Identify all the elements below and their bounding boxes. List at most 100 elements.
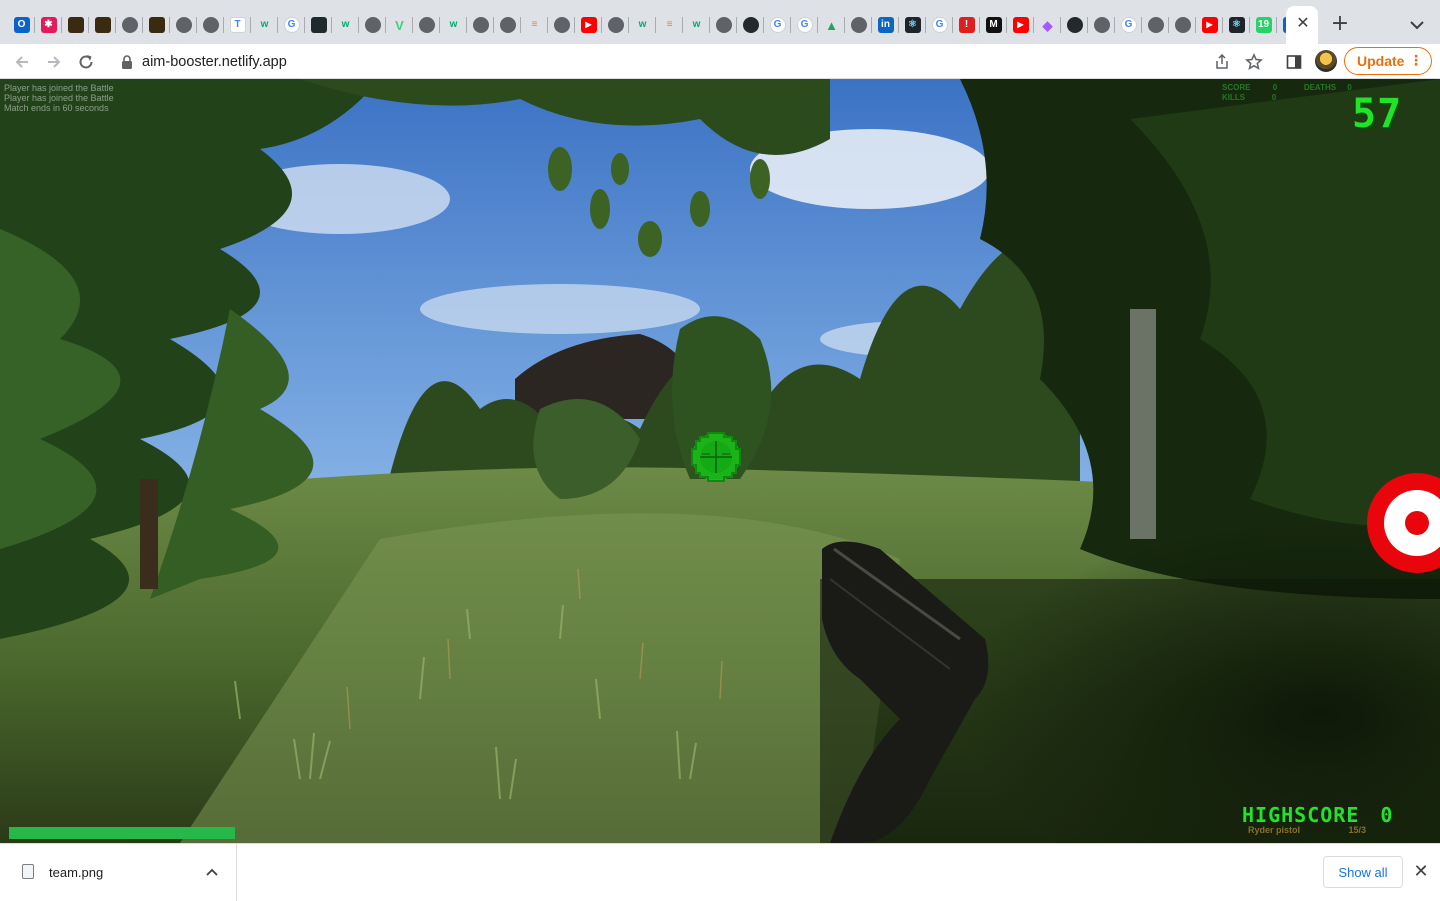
browser-tab[interactable] — [170, 8, 197, 42]
reload-button[interactable] — [74, 50, 98, 74]
game-viewport[interactable]: Player has joined the Battle Player has … — [0, 79, 1440, 843]
browser-tab[interactable] — [467, 8, 494, 42]
tab-separator — [439, 17, 440, 33]
browser-tab[interactable]: G — [278, 8, 305, 42]
browser-tab[interactable]: ≡ — [656, 8, 683, 42]
update-button[interactable]: Update ⋮ — [1344, 47, 1432, 75]
arrow-left-icon — [15, 56, 28, 68]
vuetify-icon: V — [395, 17, 404, 33]
browser-tab[interactable] — [116, 8, 143, 42]
browser-tab[interactable] — [89, 8, 116, 42]
hud-log-line: Player has joined the Battle — [4, 93, 114, 103]
browser-tab[interactable]: V — [386, 8, 413, 42]
tab-separator — [466, 17, 467, 33]
browser-tab[interactable] — [1088, 8, 1115, 42]
hud-log-line: Player has joined the Battle — [4, 83, 114, 93]
browser-tab[interactable] — [1061, 8, 1088, 42]
tab-separator — [277, 17, 278, 33]
close-tab-icon[interactable]: ✕ — [1295, 15, 1311, 31]
browser-toolbar: aim-booster.netlify.app Update ⋮ — [0, 44, 1440, 79]
url-text[interactable]: aim-booster.netlify.app — [142, 54, 287, 70]
profile-avatar[interactable] — [1315, 50, 1337, 72]
browser-tab[interactable]: ▶ — [1196, 8, 1223, 42]
reload-icon — [79, 55, 93, 69]
github-icon — [1066, 17, 1083, 33]
download-item[interactable]: team.png — [0, 844, 237, 901]
tab-separator — [979, 17, 980, 33]
side-panel-button[interactable] — [1282, 50, 1306, 74]
browser-tab[interactable] — [359, 8, 386, 42]
tab-separator — [871, 17, 872, 33]
browser-tab[interactable]: in — [872, 8, 899, 42]
browser-tab[interactable] — [845, 8, 872, 42]
side-panel-icon — [1286, 55, 1302, 69]
browser-tab[interactable]: ▶ — [575, 8, 602, 42]
browser-tab[interactable]: G — [926, 8, 953, 42]
browser-tab[interactable] — [143, 8, 170, 42]
browser-tab[interactable]: G — [1115, 8, 1142, 42]
browser-tab[interactable] — [602, 8, 629, 42]
share-button[interactable] — [1210, 50, 1234, 74]
browser-tab[interactable]: w — [332, 8, 359, 42]
tab-separator — [331, 17, 332, 33]
browser-tab[interactable]: G — [791, 8, 818, 42]
browser-tab[interactable]: w — [251, 8, 278, 42]
google-icon: G — [796, 17, 813, 33]
show-all-button[interactable]: Show all — [1323, 856, 1403, 888]
address-bar[interactable]: aim-booster.netlify.app — [107, 48, 1273, 76]
tab-separator — [574, 17, 575, 33]
browser-tab[interactable]: ⚛ — [1223, 8, 1250, 42]
tab-separator — [1195, 17, 1196, 33]
browser-tab[interactable]: T — [224, 8, 251, 42]
browser-tab[interactable] — [710, 8, 737, 42]
browser-tab[interactable]: 19 — [1250, 8, 1277, 42]
browser-tab[interactable]: ⚛ — [899, 8, 926, 42]
browser-tab[interactable]: w — [683, 8, 710, 42]
globe-icon — [1147, 17, 1164, 33]
chrome-icon — [850, 17, 867, 33]
file-icon — [22, 864, 34, 879]
target-icon[interactable] — [1367, 473, 1440, 573]
browser-tab[interactable]: G — [764, 8, 791, 42]
browser-tab[interactable]: w — [629, 8, 656, 42]
crosshair-icon — [691, 432, 741, 482]
chevron-down-icon — [1410, 21, 1424, 30]
browser-tab[interactable]: ▲ — [818, 8, 845, 42]
tab-search-button[interactable] — [1406, 14, 1428, 36]
browser-tab[interactable] — [1142, 8, 1169, 42]
tab-separator — [1060, 17, 1061, 33]
health-bar — [9, 827, 235, 839]
browser-tab[interactable]: w — [440, 8, 467, 42]
browser-tab[interactable] — [305, 8, 332, 42]
tab-strip: O✱TwGwVw≡▶w≡wGG▲in⚛G!M▶◆G▶⚛19in ✕ + — [0, 0, 1440, 44]
tab-separator — [709, 17, 710, 33]
bookmark-button[interactable] — [1242, 50, 1266, 74]
browser-tab[interactable] — [1169, 8, 1196, 42]
browser-tab[interactable]: O — [8, 8, 35, 42]
new-tab-button[interactable]: + — [1328, 12, 1352, 36]
chevron-up-icon[interactable] — [205, 866, 219, 878]
browser-tab[interactable]: ◆ — [1034, 8, 1061, 42]
browser-tab[interactable] — [62, 8, 89, 42]
browser-tab[interactable] — [737, 8, 764, 42]
forward-button[interactable] — [42, 50, 66, 74]
back-button[interactable] — [10, 50, 34, 74]
tab-separator — [763, 17, 764, 33]
browser-tab[interactable] — [197, 8, 224, 42]
download-file-name[interactable]: team.png — [49, 865, 103, 880]
lock-icon[interactable] — [121, 55, 133, 69]
browser-tab[interactable] — [548, 8, 575, 42]
tab-separator — [358, 17, 359, 33]
close-icon[interactable]: ✕ — [1411, 862, 1431, 882]
browser-tab[interactable]: M — [980, 8, 1007, 42]
browser-tab[interactable] — [413, 8, 440, 42]
browser-tab[interactable] — [494, 8, 521, 42]
highscore: HIGHSCORE 0 — [1242, 803, 1393, 827]
tab-separator — [412, 17, 413, 33]
browser-tab[interactable]: ! — [953, 8, 980, 42]
active-tab[interactable]: ✕ — [1286, 6, 1318, 44]
browser-tab[interactable]: ▶ — [1007, 8, 1034, 42]
browser-tab[interactable]: ≡ — [521, 8, 548, 42]
browser-tab[interactable]: ✱ — [35, 8, 62, 42]
tab-separator — [61, 17, 62, 33]
